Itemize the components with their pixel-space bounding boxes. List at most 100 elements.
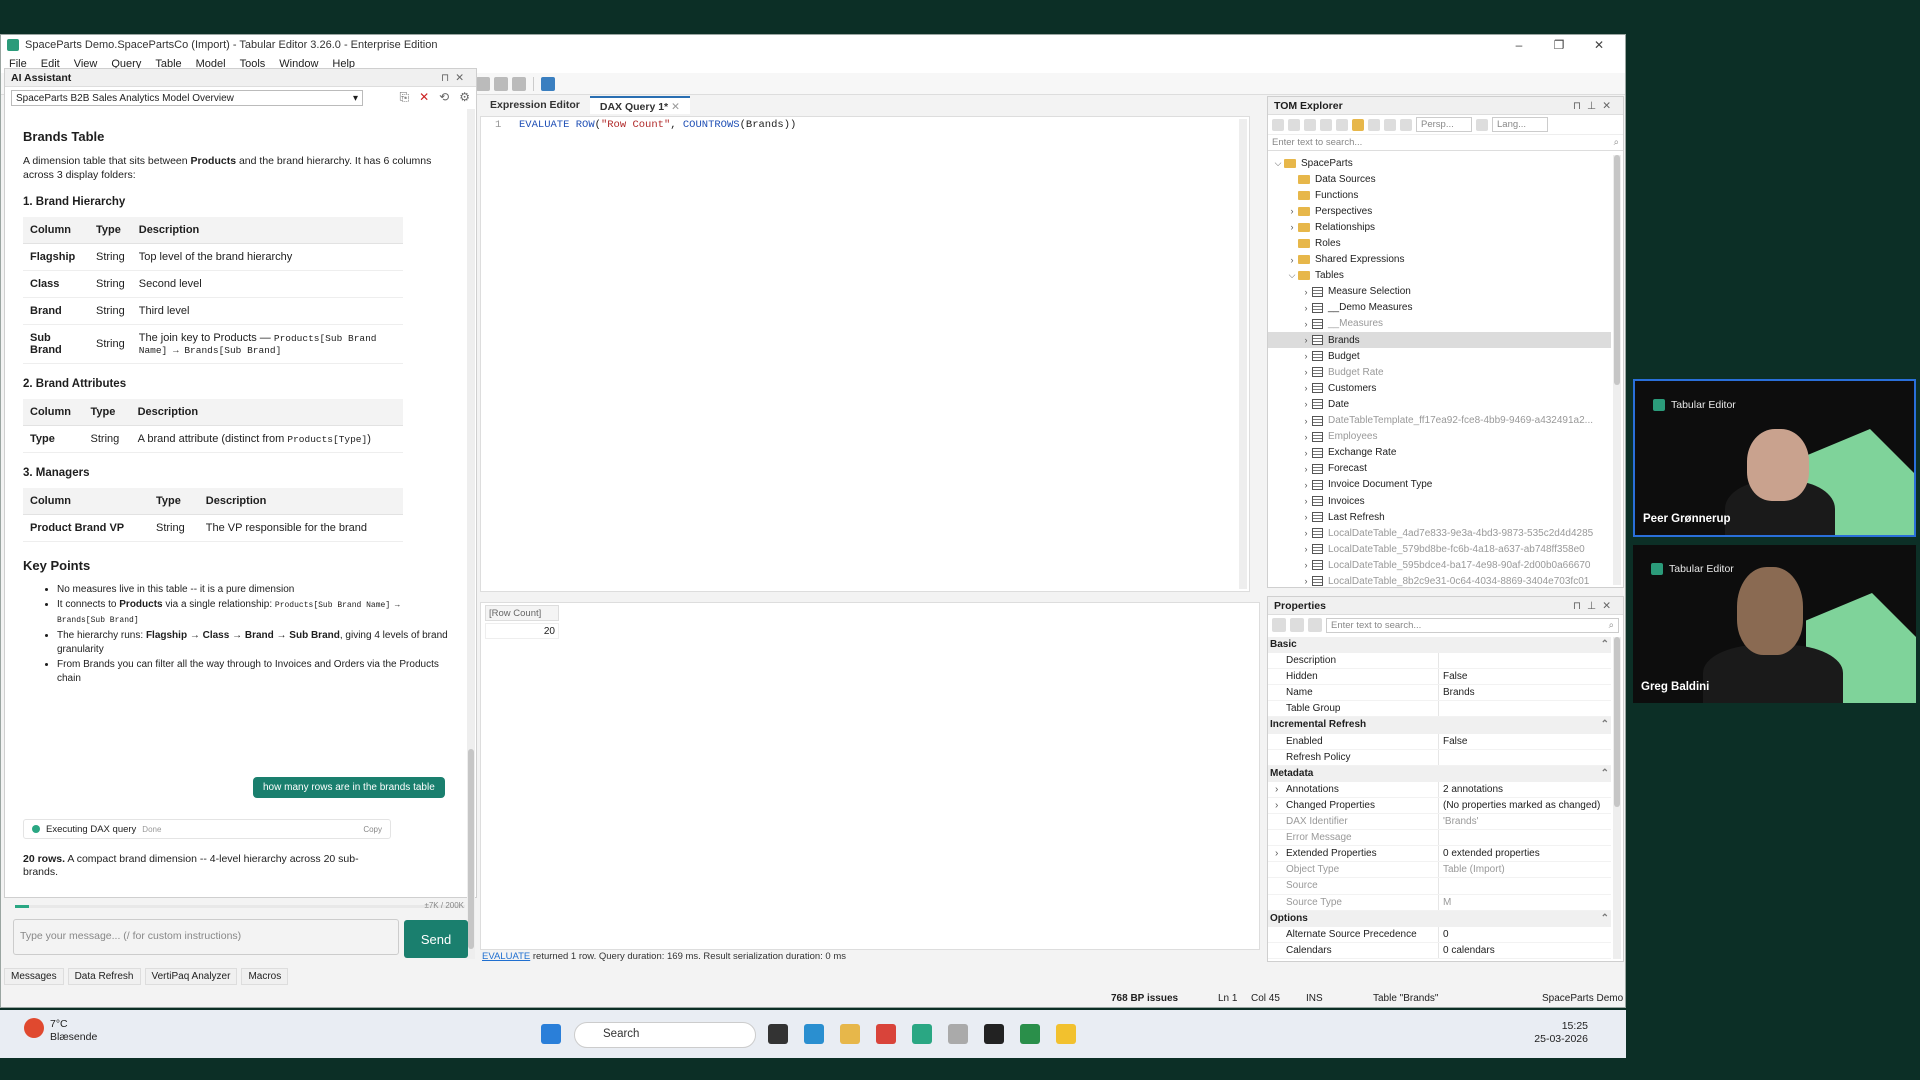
expand-icon[interactable]: ›	[1300, 367, 1312, 377]
property-pages-icon[interactable]	[1308, 618, 1322, 632]
tab-vertipaq-analyzer[interactable]: VertiPaq Analyzer	[144, 968, 238, 985]
property-category[interactable]: Incremental Refresh ⌃	[1268, 717, 1611, 734]
tab-data-refresh[interactable]: Data Refresh	[67, 968, 141, 985]
copy-button[interactable]: Copy	[363, 825, 382, 834]
expand-icon[interactable]: ›	[1300, 480, 1312, 490]
tree-item-folder[interactable]: Data Sources	[1268, 171, 1611, 187]
property-row[interactable]: Hidden False	[1268, 669, 1611, 686]
conversation-select[interactable]: SpaceParts B2B Sales Analytics Model Ove…	[11, 90, 363, 106]
taskbar-search[interactable]: Search	[574, 1022, 756, 1048]
property-value[interactable]: 0 extended properties	[1438, 846, 1611, 862]
property-row[interactable]: Error Message	[1268, 830, 1611, 847]
clock[interactable]: 15:25 25-03-2026	[1534, 1020, 1588, 1046]
tree-item-folder[interactable]: Roles	[1268, 235, 1611, 251]
deploy-target-icon[interactable]	[541, 76, 555, 91]
tab-macros[interactable]: Macros	[241, 968, 289, 985]
tabular-editor-taskbar-icon[interactable]	[912, 1024, 932, 1044]
property-row[interactable]: DAX Identifier 'Brands'	[1268, 814, 1611, 831]
property-value[interactable]: False	[1438, 669, 1611, 685]
hierarchy-icon[interactable]	[1304, 118, 1316, 131]
terminal-icon[interactable]	[984, 1024, 1004, 1044]
expand-icon[interactable]: ›	[1300, 512, 1312, 522]
file-explorer-icon[interactable]	[840, 1024, 860, 1044]
excel-icon[interactable]	[1020, 1024, 1040, 1044]
property-value[interactable]: 2 annotations	[1438, 781, 1611, 797]
expression-icon[interactable]	[1368, 118, 1380, 131]
power-bi-icon[interactable]	[1056, 1024, 1076, 1044]
stop-icon[interactable]	[512, 76, 526, 91]
tree-item-table[interactable]: › LocalDateTable_8b2c9e31-0c64-4034-8869-…	[1268, 573, 1611, 589]
chrome-icon[interactable]	[876, 1024, 896, 1044]
property-row[interactable]: Name Brands	[1268, 685, 1611, 702]
tree-item-table[interactable]: › Measure Selection	[1268, 284, 1611, 300]
send-button[interactable]: Send	[404, 920, 468, 958]
collapse-icon[interactable]: ⌃	[1601, 719, 1609, 731]
property-row[interactable]: Annotations2 annotations	[1268, 781, 1611, 798]
panel-controls[interactable]: ⊓✕	[441, 72, 470, 84]
tab-dax-query[interactable]: DAX Query 1* ✕	[589, 96, 690, 114]
collapse-icon[interactable]: ⌃	[1601, 913, 1609, 925]
tree-item-model[interactable]: ⌵ SpaceParts	[1268, 155, 1611, 171]
tree-item-table[interactable]: › DateTableTemplate_ff17ea92-fce8-4bb9-94…	[1268, 413, 1611, 429]
expand-icon[interactable]: ›	[1286, 255, 1298, 265]
expand-icon[interactable]: ›	[1300, 432, 1312, 442]
tree-item-table[interactable]: › Last Refresh	[1268, 509, 1611, 525]
property-value[interactable]: Brands	[1438, 685, 1611, 701]
bookmark-icon[interactable]: ⎘	[400, 90, 410, 105]
tree-item-folder[interactable]: Functions	[1268, 187, 1611, 203]
tree-item-table[interactable]: › Brands	[1268, 332, 1611, 349]
tab-messages[interactable]: Messages	[4, 968, 64, 985]
minimize-button[interactable]: –	[1499, 38, 1539, 52]
tree-item-folder[interactable]: ⌵ Tables	[1268, 268, 1611, 284]
expand-icon[interactable]: ›	[1286, 206, 1298, 216]
settings-icon[interactable]: ⚙	[459, 90, 470, 105]
property-row[interactable]: Description	[1268, 653, 1611, 670]
result-cell[interactable]: 20	[485, 623, 559, 639]
tree-item-table[interactable]: › Invoice Document Type	[1268, 477, 1611, 493]
property-value[interactable]: (No properties marked as changed)	[1438, 797, 1611, 814]
bp-issues[interactable]: 768 BP issues	[1111, 993, 1178, 1004]
property-value[interactable]: 0	[1438, 926, 1611, 942]
folder-icon[interactable]	[1352, 118, 1364, 131]
expand-icon[interactable]: ›	[1300, 383, 1312, 393]
property-row[interactable]: Changed Properties(No properties marked …	[1268, 797, 1611, 815]
panel-controls[interactable]: ⊓⊥✕	[1573, 100, 1617, 112]
collapse-icon[interactable]: ⌃	[1601, 639, 1609, 651]
close-button[interactable]: ✕	[1579, 38, 1619, 52]
property-row[interactable]: Extended Properties0 extended properties	[1268, 846, 1611, 863]
editor-scrollbar[interactable]	[1239, 119, 1247, 589]
expand-icon[interactable]: ›	[1300, 560, 1312, 570]
chat-scrollbar[interactable]	[467, 109, 475, 959]
expand-icon[interactable]: ›	[1300, 287, 1312, 297]
expand-icon[interactable]: ›	[1300, 319, 1312, 329]
tree-item-table[interactable]: › __Demo Measures	[1268, 300, 1611, 316]
expand-icon[interactable]: ›	[1286, 222, 1298, 232]
tree-item-table[interactable]: › Date	[1268, 396, 1611, 412]
properties-search-input[interactable]: Enter text to search... ⌕	[1326, 617, 1619, 633]
tree-item-table[interactable]: › LocalDateTable_595bdce4-ba17-4e98-90af-…	[1268, 557, 1611, 573]
property-category[interactable]: Basic ⌃	[1268, 637, 1611, 654]
properties-scrollbar[interactable]	[1613, 637, 1621, 959]
perspective-select[interactable]: Persp...	[1416, 117, 1472, 132]
property-value[interactable]: 0 calendars	[1438, 942, 1611, 958]
expand-icon[interactable]: ›	[1300, 448, 1312, 458]
tree-item-table[interactable]: › Budget	[1268, 348, 1611, 364]
collapse-icon[interactable]: ⌃	[1601, 768, 1609, 780]
expand-icon[interactable]: ›	[1300, 576, 1312, 586]
tree-item-table[interactable]: › Invoices	[1268, 493, 1611, 509]
tree-item-table[interactable]: › Exchange Rate	[1268, 445, 1611, 461]
tree-item-folder[interactable]: › Perspectives	[1268, 203, 1611, 219]
edge-icon[interactable]	[804, 1024, 824, 1044]
step-icon[interactable]	[476, 76, 490, 91]
close-tab-icon[interactable]: ✕	[671, 101, 680, 113]
tree-scrollbar[interactable]	[1613, 155, 1621, 585]
restore-button[interactable]: ❐	[1539, 38, 1579, 52]
property-value[interactable]	[1438, 701, 1611, 717]
expand-icon[interactable]: ›	[1300, 464, 1312, 474]
tree-item-table[interactable]: › LocalDateTable_4ad7e833-9e3a-4bd3-9873-…	[1268, 525, 1611, 541]
tree-item-table[interactable]: › Forecast	[1268, 461, 1611, 477]
expand-icon[interactable]: ›	[1300, 528, 1312, 538]
property-value[interactable]: Table (Import)	[1438, 862, 1611, 878]
message-input[interactable]: Type your message... (/ for custom instr…	[13, 919, 399, 955]
property-category[interactable]: Options ⌃	[1268, 910, 1611, 927]
